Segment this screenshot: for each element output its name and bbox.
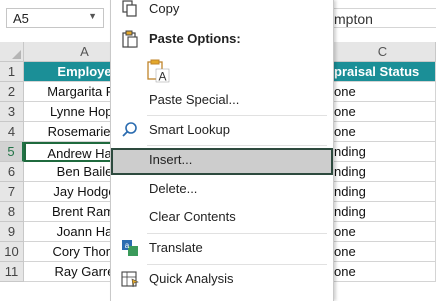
row-header-2[interactable]: 2 <box>0 82 24 102</box>
menu-item-smart-lookup[interactable]: Smart Lookup <box>111 118 333 142</box>
menu-item-paste-special[interactable]: Paste Special... <box>111 88 333 112</box>
cell-c3[interactable]: one <box>330 102 436 122</box>
menu-item-delete[interactable]: Delete... <box>111 177 333 201</box>
row-header-10[interactable]: 10 <box>0 242 24 262</box>
formula-bar[interactable]: mpton <box>330 8 436 28</box>
cell-c7[interactable]: nding <box>330 182 436 202</box>
row-header-7[interactable]: 7 <box>0 182 24 202</box>
formula-bar-text: mpton <box>334 11 373 27</box>
menu-item-insert-label: Insert... <box>149 152 193 167</box>
cell-c2[interactable]: one <box>330 82 436 102</box>
paste-options-label: Paste Options: <box>149 31 241 46</box>
row-header-8[interactable]: 8 <box>0 202 24 222</box>
menu-item-clear-contents-label: Clear Contents <box>149 209 236 224</box>
name-box[interactable]: A5 ▼ <box>6 8 104 28</box>
menu-separator <box>147 233 327 234</box>
row-header-11[interactable]: 11 <box>0 262 24 282</box>
row-header-9[interactable]: 9 <box>0 222 24 242</box>
context-menu: Copy Paste Options: A Paste Special... S… <box>110 0 334 301</box>
svg-text:a: a <box>125 241 130 250</box>
paste-values-icon[interactable]: A <box>145 58 171 84</box>
menu-item-clear-contents[interactable]: Clear Contents <box>111 205 333 229</box>
menu-separator <box>147 115 327 116</box>
name-box-value: A5 <box>13 11 29 26</box>
menu-item-translate-label: Translate <box>149 240 203 255</box>
menu-item-smart-lookup-label: Smart Lookup <box>149 122 230 137</box>
cell-c11[interactable]: one <box>330 262 436 282</box>
column-header-c[interactable]: C <box>330 42 436 62</box>
cell-c5[interactable]: nding <box>330 142 436 162</box>
copy-icon <box>122 0 137 17</box>
cell-c9[interactable]: one <box>330 222 436 242</box>
row-header-1[interactable]: 1 <box>0 62 24 82</box>
paste-clipboard-icon <box>122 30 138 48</box>
menu-item-translate[interactable]: a Translate <box>111 236 333 260</box>
quick-analysis-icon <box>121 271 139 288</box>
chevron-down-icon[interactable]: ▼ <box>88 11 97 21</box>
menu-item-delete-label: Delete... <box>149 181 198 196</box>
search-icon <box>122 122 137 137</box>
row-header-5[interactable]: 5 <box>0 142 24 162</box>
row-header-4[interactable]: 4 <box>0 122 24 142</box>
menu-item-copy[interactable]: Copy <box>111 0 333 21</box>
row-header-3[interactable]: 3 <box>0 102 24 122</box>
row-header-6[interactable]: 6 <box>0 162 24 182</box>
select-all-corner[interactable] <box>0 42 24 62</box>
menu-separator <box>147 145 327 146</box>
menu-item-quick-analysis[interactable]: Quick Analysis <box>111 267 333 291</box>
menu-item-quick-analysis-label: Quick Analysis <box>149 271 234 286</box>
cell-c10[interactable]: one <box>330 242 436 262</box>
menu-item-copy-label: Copy <box>149 1 180 16</box>
menu-separator <box>147 264 327 265</box>
cell-c6[interactable]: nding <box>330 162 436 182</box>
cell-c8[interactable]: nding <box>330 202 436 222</box>
menu-item-paste-special-label: Paste Special... <box>149 92 240 107</box>
svg-text:A: A <box>158 70 166 84</box>
translate-icon: a <box>122 240 138 256</box>
menu-item-insert[interactable]: Insert... <box>111 148 333 175</box>
cell-c4[interactable]: one <box>330 122 436 142</box>
cell-c1[interactable]: praisal Status <box>330 62 436 82</box>
menu-paste-options-heading: Paste Options: <box>111 27 333 51</box>
